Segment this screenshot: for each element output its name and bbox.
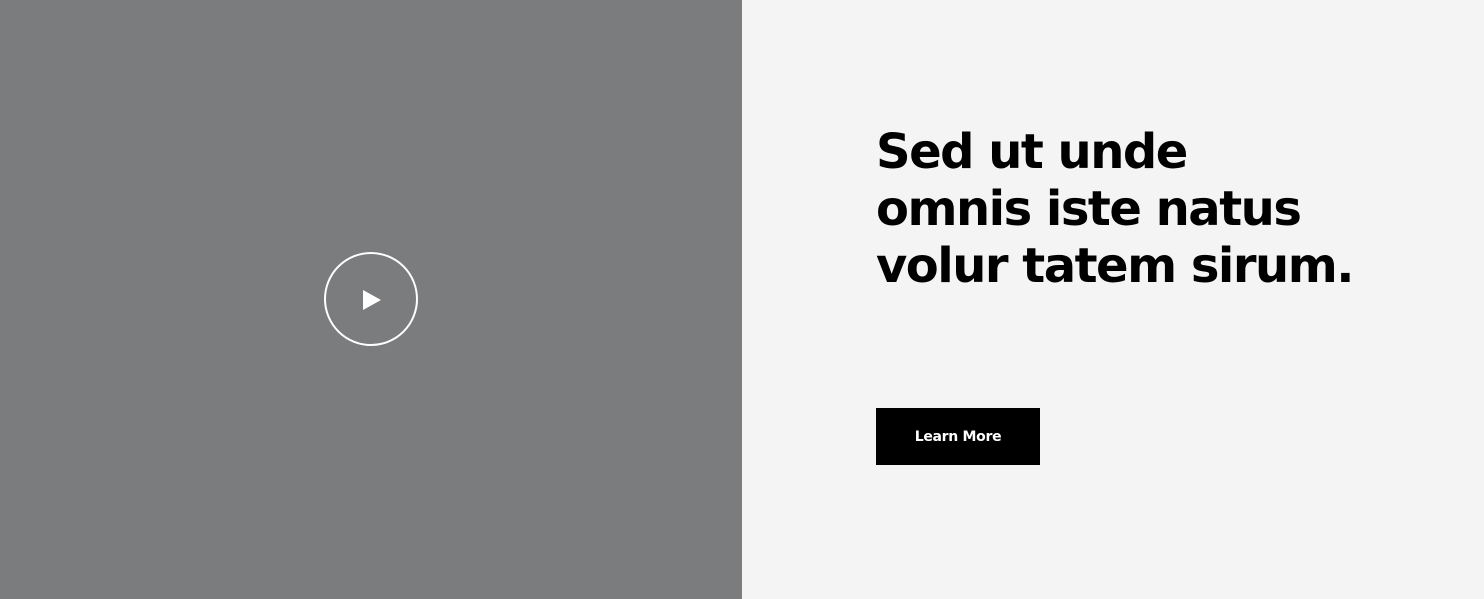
play-icon bbox=[363, 290, 381, 310]
content-panel: Sed ut unde omnis iste natus volur tatem… bbox=[742, 0, 1484, 599]
hero-section: Sed ut unde omnis iste natus volur tatem… bbox=[0, 0, 1484, 599]
video-placeholder bbox=[0, 0, 742, 599]
learn-more-button[interactable]: Learn More bbox=[876, 408, 1040, 465]
headline: Sed ut unde omnis iste natus volur tatem… bbox=[876, 124, 1354, 294]
play-button[interactable] bbox=[324, 252, 418, 346]
